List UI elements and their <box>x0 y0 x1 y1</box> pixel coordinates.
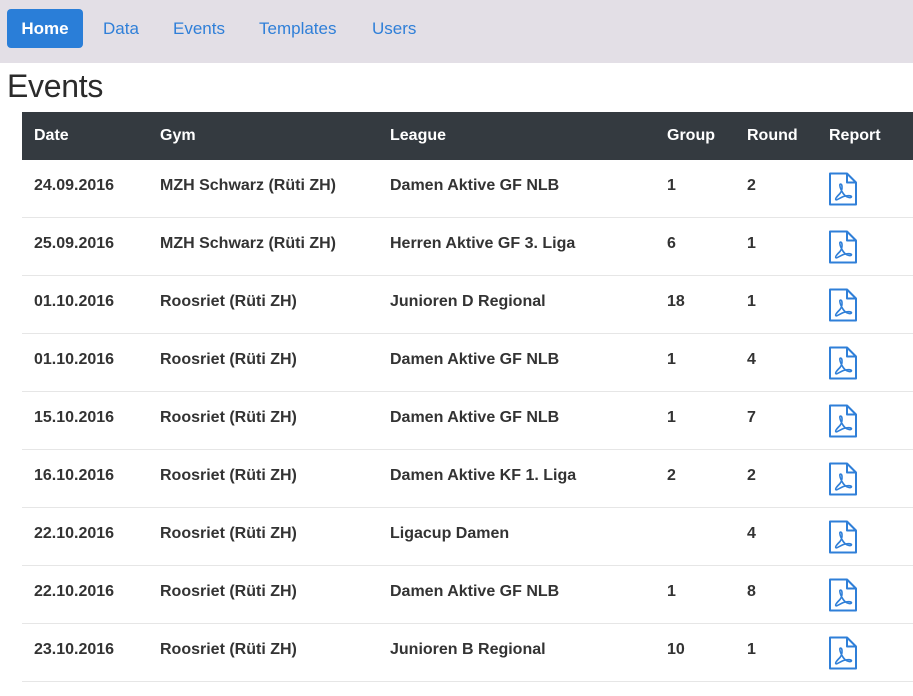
cell-gym: MZH Schwarz (Rüti ZH) <box>160 177 336 194</box>
cell-group: 10 <box>667 641 685 658</box>
cell-group: 1 <box>667 351 676 368</box>
cell-date: 24.09.2016 <box>34 177 115 194</box>
pdf-report-icon[interactable] <box>828 288 858 322</box>
cell-date: 25.09.2016 <box>34 235 115 252</box>
nav-data-link[interactable]: Data <box>87 9 155 48</box>
cell-group: 6 <box>667 235 676 252</box>
header-gym: Gym <box>160 127 196 144</box>
cell-group: 18 <box>667 293 685 310</box>
pdf-report-icon[interactable] <box>828 520 858 554</box>
table-row: 25.09.2016 MZH Schwarz (Rüti ZH) Herren Ak… <box>22 218 913 276</box>
nav-home-button[interactable]: Home <box>7 9 83 48</box>
cell-round: 4 <box>747 351 756 368</box>
cell-league: Damen Aktive GF NLB <box>390 583 560 600</box>
header-league: League <box>390 127 447 144</box>
pdf-report-icon[interactable] <box>828 230 858 264</box>
cell-round: 1 <box>747 235 756 252</box>
table-row: 22.10.2016 Roosriet (Rüti ZH) Ligacup Dame… <box>22 508 913 566</box>
pdf-report-icon[interactable] <box>828 462 858 496</box>
cell-gym: Roosriet (Rüti ZH) <box>160 583 297 600</box>
cell-league: Ligacup Damen <box>390 525 510 542</box>
cell-league: Damen Aktive GF NLB <box>390 177 560 194</box>
header-group: Group <box>667 127 715 144</box>
cell-date: 01.10.2016 <box>34 351 115 368</box>
cell-gym: Roosriet (Rüti ZH) <box>160 351 297 368</box>
cell-round: 1 <box>747 293 756 310</box>
cell-league: Damen Aktive KF 1. Liga <box>390 467 577 484</box>
table-row: 01.10.2016 Roosriet (Rüti ZH) Junioren D R… <box>22 276 913 334</box>
cell-gym: Roosriet (Rüti ZH) <box>160 467 297 484</box>
cell-date: 23.10.2016 <box>34 641 115 658</box>
cell-league: Damen Aktive GF NLB <box>390 409 560 426</box>
cell-gym: Roosriet (Rüti ZH) <box>160 409 297 426</box>
pdf-report-icon[interactable] <box>828 172 858 206</box>
cell-league: Herren Aktive GF 3. Liga <box>390 235 576 252</box>
cell-league: Junioren B Regional <box>390 641 546 658</box>
table-body: 24.09.2016 MZH Schwarz (Rüti ZH) Damen Akt… <box>22 160 913 696</box>
cell-gym: Roosriet (Rüti ZH) <box>160 293 297 310</box>
pdf-report-icon[interactable] <box>828 346 858 380</box>
pdf-report-icon[interactable] <box>828 404 858 438</box>
page-title: Events <box>7 68 104 104</box>
table-row: 24.09.2016 MZH Schwarz (Rüti ZH) Damen Akt… <box>22 160 913 218</box>
cell-group: 1 <box>667 177 676 194</box>
table-row: 15.10.2016 Roosriet (Rüti ZH) Damen Aktive… <box>22 392 913 450</box>
cell-date: 22.10.2016 <box>34 525 115 542</box>
cell-group: 1 <box>667 583 676 600</box>
header-report: Report <box>829 127 881 144</box>
table-row: 22.10.2016 Roosriet (Rüti ZH) Damen Aktive… <box>22 566 913 624</box>
cell-round: 2 <box>747 177 756 194</box>
table-header: Date Gym League Group Round Report <box>22 112 913 160</box>
cell-round: 8 <box>747 583 756 600</box>
nav-events-link[interactable]: Events <box>157 9 241 48</box>
header-round: Round <box>747 127 798 144</box>
nav-users-link[interactable]: Users <box>356 9 432 48</box>
cell-gym: MZH Schwarz (Rüti ZH) <box>160 235 336 252</box>
cell-date: 16.10.2016 <box>34 467 115 484</box>
cell-group: 2 <box>667 467 676 484</box>
cell-group: 1 <box>667 409 676 426</box>
cell-round: 7 <box>747 409 756 426</box>
cell-date: 22.10.2016 <box>34 583 115 600</box>
cell-date: 15.10.2016 <box>34 409 115 426</box>
header-date: Date <box>34 127 69 144</box>
table-row: 23.10.2016 Roosriet (Rüti ZH) Junioren B R… <box>22 624 913 682</box>
cell-round: 2 <box>747 467 756 484</box>
cell-league: Damen Aktive GF NLB <box>390 351 560 368</box>
cell-round: 4 <box>747 525 756 542</box>
nav-templates-link[interactable]: Templates <box>243 9 352 48</box>
cell-league: Junioren D Regional <box>390 293 546 310</box>
pdf-report-icon[interactable] <box>828 636 858 670</box>
cell-gym: Roosriet (Rüti ZH) <box>160 641 297 658</box>
table-row: 01.10.2016 Roosriet (Rüti ZH) Damen Aktive… <box>22 334 913 392</box>
table-row: 16.10.2016 Roosriet (Rüti ZH) Damen Aktive… <box>22 450 913 508</box>
cell-date: 01.10.2016 <box>34 293 115 310</box>
cell-gym: Roosriet (Rüti ZH) <box>160 525 297 542</box>
top-navbar: Home Data Events Templates Users <box>0 0 913 63</box>
pdf-report-icon[interactable] <box>828 578 858 612</box>
cell-round: 1 <box>747 641 756 658</box>
